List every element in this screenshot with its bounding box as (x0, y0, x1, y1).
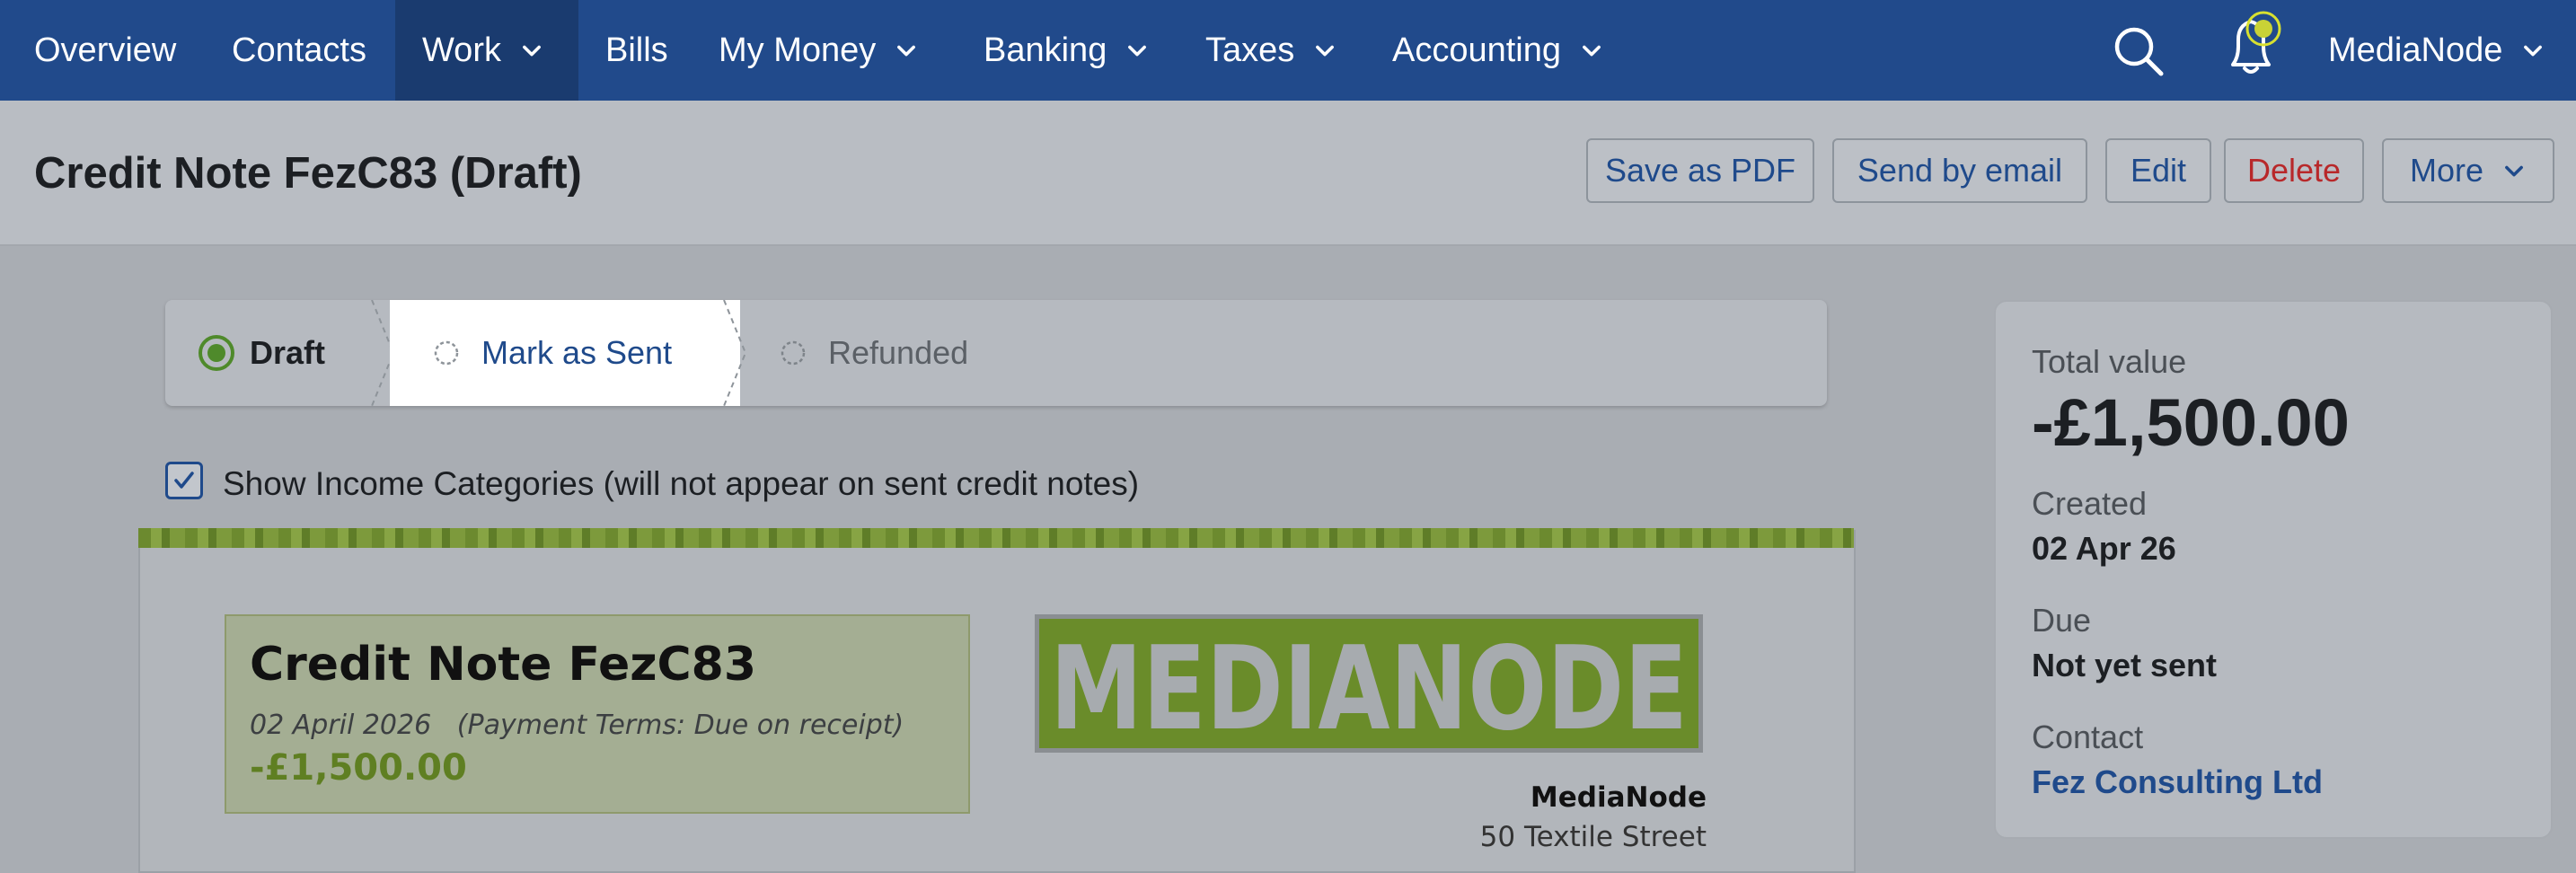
payment-terms: (Payment Terms: Due on receipt) (456, 710, 904, 741)
top-navigation: Overview Contacts Work Bills My Money Ba… (0, 0, 2576, 101)
save-as-pdf-button[interactable]: Save as PDF (1586, 138, 1814, 203)
nav-item-banking[interactable]: Banking (984, 0, 1150, 101)
nav-item-label: Banking (984, 31, 1107, 69)
more-label: More (2409, 152, 2484, 189)
step-label: Mark as Sent (481, 334, 673, 371)
credit-note-details-panel: Total value -£1,500.00 Created 02 Apr 26… (1994, 300, 2553, 839)
page-title: Credit Note FezC83 (Draft) (34, 149, 582, 198)
chevron-down-icon (1583, 45, 1601, 57)
search-icon[interactable] (2113, 25, 2165, 77)
account-name: MediaNode (2328, 31, 2503, 69)
nav-item-label: Overview (34, 31, 177, 69)
bell-icon[interactable] (2217, 5, 2298, 77)
sender-company-name: MediaNode (1530, 781, 1707, 814)
edit-button[interactable]: Edit (2105, 138, 2211, 203)
chevron-down-icon (897, 45, 916, 57)
step-divider (723, 300, 747, 406)
due-label: Due (2032, 602, 2092, 639)
company-logo-mark: MEDIANODE (1050, 622, 1688, 748)
created-label: Created (2032, 485, 2148, 522)
step-draft: Draft (198, 300, 325, 406)
nav-item-label: Work (422, 31, 501, 69)
document-date: 02 April 2026 (250, 710, 432, 741)
radio-empty-icon (781, 340, 806, 366)
send-by-email-button[interactable]: Send by email (1832, 138, 2087, 203)
check-icon (174, 472, 194, 489)
more-button[interactable]: More (2382, 138, 2554, 203)
nav-item-work[interactable]: Work (395, 0, 578, 101)
nav-item-bills[interactable]: Bills (605, 0, 668, 101)
show-income-categories-checkbox[interactable] (165, 462, 203, 499)
step-refunded: Refunded (780, 300, 968, 406)
chevron-down-icon (2524, 45, 2543, 57)
nav-item-contacts[interactable]: Contacts (232, 0, 366, 101)
contact-label: Contact (2032, 719, 2144, 755)
chevron-down-icon (2505, 165, 2523, 177)
nav-item-label: Accounting (1392, 31, 1562, 69)
chevron-down-icon (1128, 45, 1147, 57)
chevron-down-icon (523, 45, 541, 57)
nav-item-overview[interactable]: Overview (34, 0, 176, 101)
show-income-categories-label[interactable]: Show Income Categories (will not appear … (223, 465, 1139, 503)
nav-item-my-money[interactable]: My Money (719, 0, 919, 101)
company-logo: MEDIANODE (1035, 614, 1703, 753)
delete-button[interactable]: Delete (2224, 138, 2364, 203)
nav-item-label: Taxes (1205, 31, 1295, 69)
nav-item-taxes[interactable]: Taxes (1205, 0, 1337, 101)
mark-as-sent-step[interactable]: Mark as Sent (390, 300, 740, 406)
document-meta: 02 April 2026 (Payment Terms: Due on rec… (250, 710, 904, 741)
step-label: Refunded (828, 334, 969, 371)
contact-link[interactable]: Fez Consulting Ltd (2032, 763, 2323, 801)
account-menu[interactable]: MediaNode (2328, 0, 2545, 101)
radio-selected-icon (198, 335, 234, 371)
chevron-down-icon (1316, 45, 1335, 57)
svg-text:MEDIANODE: MEDIANODE (1050, 622, 1688, 748)
due-value: Not yet sent (2032, 647, 2218, 683)
step-label: Draft (250, 334, 326, 371)
created-value: 02 Apr 26 (2032, 530, 2176, 567)
credit-note-summary-box: Credit Note FezC83 02 April 2026 (Paymen… (225, 614, 970, 814)
radio-empty-icon (434, 340, 459, 366)
sender-street: 50 Textile Street (1479, 821, 1707, 853)
nav-item-accounting[interactable]: Accounting (1392, 0, 1604, 101)
document-amount: -£1,500.00 (250, 747, 467, 789)
document-header-stripe (138, 528, 1854, 548)
total-value: -£1,500.00 (2032, 385, 2350, 460)
nav-item-label: My Money (719, 31, 877, 69)
document-title: Credit Note FezC83 (250, 638, 757, 692)
nav-item-label: Contacts (232, 31, 366, 69)
nav-item-label: Bills (605, 31, 668, 69)
total-value-label: Total value (2032, 343, 2187, 380)
status-stepper: Draft Mark as Sent Refunded (165, 300, 1827, 406)
